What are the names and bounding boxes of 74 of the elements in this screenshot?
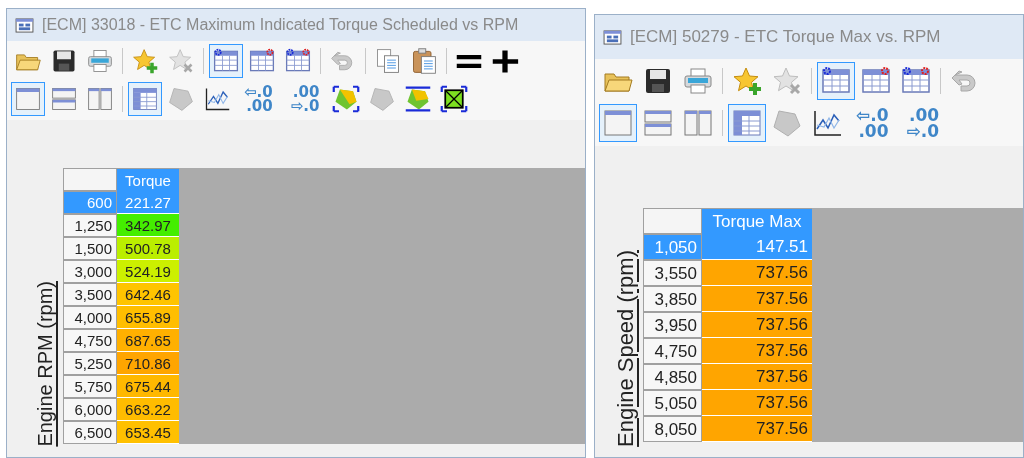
printer-icon <box>682 65 714 97</box>
row-header[interactable]: 3,500 <box>63 283 117 306</box>
row-header[interactable]: 1,250 <box>63 214 117 237</box>
row-header[interactable]: 1,500 <box>63 237 117 260</box>
table-cell[interactable]: 675.44 <box>117 375 179 398</box>
window-icon <box>15 17 34 33</box>
star-plus-icon <box>131 47 159 75</box>
row-header[interactable]: 3,950 <box>643 312 702 338</box>
table-cell[interactable]: 737.56 <box>702 286 812 312</box>
table-cell[interactable]: 737.56 <box>702 390 812 416</box>
surface-icon <box>332 85 361 113</box>
window-title: [ECM] 33018 - ETC Maximum Indicated Torque Scheduled vs RPM <box>42 15 519 35</box>
table-cell[interactable]: 737.56 <box>702 364 812 390</box>
star-x-icon <box>771 65 803 97</box>
surface-icon <box>167 85 195 113</box>
star-plus-icon <box>731 65 763 97</box>
table-cell[interactable]: 342.97 <box>117 214 179 237</box>
row-header[interactable]: 6,500 <box>63 421 117 444</box>
decimal-places-button[interactable]: ⇦.0 .00 <box>848 104 897 142</box>
table-cell[interactable]: 655.89 <box>117 306 179 329</box>
row-header[interactable]: 5,250 <box>63 352 117 375</box>
window-icon <box>602 107 634 139</box>
paste-icon <box>410 47 438 75</box>
surface-icon <box>771 107 803 139</box>
corner-cell <box>63 168 117 191</box>
table-cell[interactable]: 500.78 <box>117 237 179 260</box>
table-cell[interactable]: 653.45 <box>117 421 179 444</box>
row-header[interactable]: 3,850 <box>643 286 702 312</box>
window-icon <box>603 29 622 45</box>
row-header[interactable]: 5,050 <box>643 390 702 416</box>
row-header[interactable]: 6,000 <box>63 398 117 421</box>
table-cell[interactable]: 524.19 <box>117 260 179 283</box>
table-view-button[interactable] <box>728 104 766 142</box>
split-columns-icon <box>86 85 114 113</box>
table-cell[interactable]: 642.46 <box>117 283 179 306</box>
decimal-places-button[interactable]: .00 ⇨.0 <box>282 82 328 116</box>
column-header: Torque Max <box>702 208 812 234</box>
table-cell[interactable]: 737.56 <box>702 416 812 442</box>
axis-label: Engine RPM (rpm) <box>33 281 57 447</box>
row-header[interactable]: 4,850 <box>643 364 702 390</box>
star-x-icon <box>167 47 195 75</box>
surface-icon <box>404 85 433 113</box>
row-header[interactable]: 8,050 <box>643 416 702 442</box>
surface-icon <box>368 85 397 113</box>
window-title: [ECM] 50279 - ETC Torque Max vs. RPM <box>630 26 941 49</box>
table-cell[interactable]: 687.65 <box>117 329 179 352</box>
row-header[interactable]: 4,750 <box>63 329 117 352</box>
table-view-button[interactable] <box>128 82 162 116</box>
decimal-places-button[interactable]: .00 ⇨.0 <box>898 104 948 142</box>
row-header[interactable]: 4,000 <box>63 306 117 329</box>
row-header[interactable]: 3,000 <box>63 260 117 283</box>
copy-icon <box>374 47 402 75</box>
table-cell[interactable]: 663.22 <box>117 398 179 421</box>
table-button[interactable] <box>817 62 855 100</box>
split-columns-icon <box>682 107 714 139</box>
column-header: Torque <box>117 168 179 191</box>
table-icon <box>731 107 763 139</box>
corner-cell <box>643 208 702 234</box>
table-cell[interactable]: 710.86 <box>117 352 179 375</box>
table-icon <box>131 85 159 113</box>
row-header[interactable]: 3,550 <box>643 260 702 286</box>
crossed-box-icon <box>440 85 469 113</box>
row-header[interactable]: 4,750 <box>643 338 702 364</box>
decimal-places-button[interactable]: ⇦.0 .00 <box>236 82 281 116</box>
table-cell[interactable]: 737.56 <box>702 338 812 364</box>
table-button[interactable] <box>209 44 243 78</box>
table-cell[interactable]: 737.56 <box>702 312 812 338</box>
row-header[interactable]: 5,750 <box>63 375 117 398</box>
split-rows-icon <box>642 107 674 139</box>
table-cell[interactable]: 737.56 <box>702 260 812 286</box>
split-rows-icon <box>50 85 78 113</box>
axis-label: Engine Speed (rpm) <box>611 250 639 447</box>
printer-icon <box>86 47 114 75</box>
window-icon <box>14 85 42 113</box>
